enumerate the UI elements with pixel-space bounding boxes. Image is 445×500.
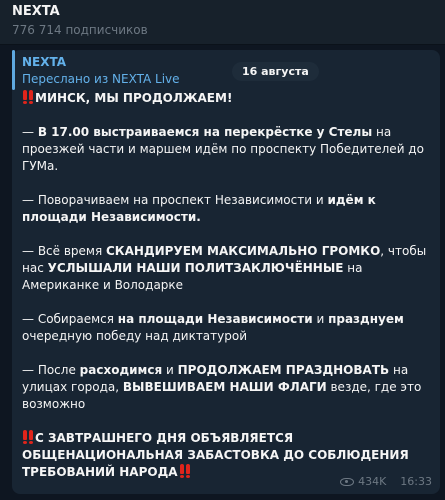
channel-header[interactable]: NEXTA 776 714 подписчиков: [0, 0, 445, 45]
double-exclamation-icon: [22, 430, 34, 444]
eye-icon: [340, 477, 355, 486]
forward-bar: [12, 50, 15, 90]
text-run: —: [22, 125, 38, 139]
message-bubble[interactable]: NEXTA Переслано из NEXTA Live 16 августа…: [12, 50, 440, 494]
text-run: и: [162, 363, 178, 377]
double-exclamation-icon: [179, 464, 191, 478]
text-run: С ЗАВТРАШНЕГО ДНЯ ОБЪЯВЛЯЕТСЯ ОБЩЕНАЦИОН…: [22, 431, 409, 479]
message-paragraph: С ЗАВТРАШНЕГО ДНЯ ОБЪЯВЛЯЕТСЯ ОБЩЕНАЦИОН…: [22, 430, 427, 481]
text-run: СКАНДИРУЕМ МАКСИМАЛЬНО ГРОМКО: [106, 244, 381, 258]
text-run: и: [312, 312, 329, 326]
message-paragraph: — Поворачиваем на проспект Независимости…: [22, 192, 427, 226]
text-run: празднуем: [328, 312, 404, 326]
message-meta: 434K 16:33: [340, 475, 432, 488]
text-run: УСЛЫШАЛИ НАШИ ПОЛИТЗАКЛЮЧЁННЫЕ: [47, 261, 344, 275]
date-badge: 16 августа: [232, 62, 319, 81]
forwarded-from-link[interactable]: Переслано из NEXTA Live: [22, 72, 180, 86]
message-time: 16:33: [400, 475, 432, 488]
text-run: ПРОДОЛЖАЕМ ПРАЗДНОВАТЬ: [177, 363, 390, 377]
text-run: ВЫВЕШИВАЕМ НАШИ ФЛАГИ: [122, 380, 327, 394]
text-run: — После: [22, 363, 80, 377]
channel-title[interactable]: NEXTA: [12, 4, 60, 19]
message-paragraph: — Собираемся на площади Независимости и …: [22, 311, 427, 345]
text-run: В 17.00 выстраиваемся на перекрёстке у С…: [37, 125, 373, 139]
text-run: на площади Независимости: [117, 312, 313, 326]
subscriber-count: 776 714 подписчиков: [12, 23, 148, 37]
message-text: МИНСК, МЫ ПРОДОЛЖАЕМ! — В 17.00 выстраив…: [22, 90, 427, 481]
text-run: очередную победу над диктатурой: [22, 329, 248, 343]
message-author[interactable]: NEXTA: [22, 55, 66, 69]
message-paragraph: МИНСК, МЫ ПРОДОЛЖАЕМ!: [22, 90, 427, 107]
text-run: — Собираемся: [22, 312, 118, 326]
view-count: 434K: [358, 475, 387, 488]
text-run: МИНСК, МЫ ПРОДОЛЖАЕМ!: [35, 91, 233, 105]
text-run: расходимся: [79, 363, 163, 377]
text-run: — Поворачиваем на проспект Независимости…: [22, 193, 328, 207]
message-paragraph: — После расходимся и ПРОДОЛЖАЕМ ПРАЗДНОВ…: [22, 362, 427, 413]
message-paragraph: — Всё время СКАНДИРУЕМ МАКСИМАЛЬНО ГРОМК…: [22, 243, 427, 294]
text-run: — Всё время: [22, 244, 106, 258]
message-paragraph: — В 17.00 выстраиваемся на перекрёстке у…: [22, 124, 427, 175]
double-exclamation-icon: [22, 90, 34, 104]
